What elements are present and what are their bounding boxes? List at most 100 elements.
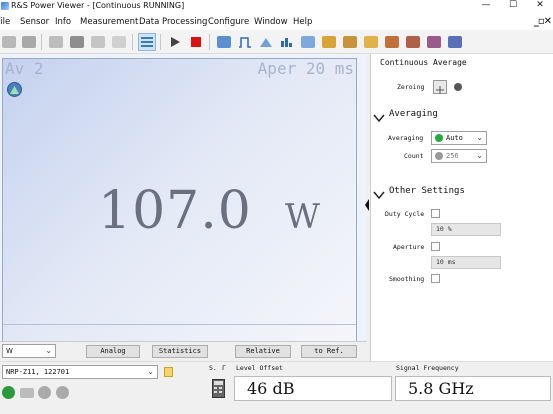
status-led-2	[56, 386, 69, 399]
menu-info[interactable]: Info	[55, 14, 71, 30]
channel-label: Av 2	[5, 59, 44, 78]
chevron-down-icon: ⌄	[147, 367, 154, 376]
zeroing-label: Zeroing	[397, 83, 425, 91]
averaging-section-header[interactable]: Averaging	[389, 109, 438, 119]
aperture-field[interactable]: 10 ms	[431, 256, 501, 269]
relative-button[interactable]: Relative	[235, 345, 291, 358]
menu-configure[interactable]: Configure	[208, 14, 249, 30]
splitter-arrow-icon[interactable]	[365, 196, 369, 211]
averaging-value: Auto	[446, 134, 463, 142]
averaging-status-dot	[435, 134, 443, 142]
toolbar-separator	[41, 34, 42, 50]
duty-cycle-field[interactable]: 10 %	[431, 223, 501, 236]
display-controls: W ⌄ Analog Statistics Relative to Ref.	[0, 341, 367, 361]
folder-icon[interactable]	[164, 367, 173, 377]
smoothing-checkbox[interactable]	[431, 274, 440, 283]
triangle-icon[interactable]	[7, 82, 22, 97]
mdi-window-controls[interactable]: _▫✕	[534, 16, 552, 28]
menu-measurement[interactable]: Measurement	[80, 14, 138, 30]
minimize-button[interactable]: —	[473, 0, 499, 12]
stop-icon[interactable]	[187, 33, 205, 51]
window-title: R&S Power Viewer - [Continuous RUNNING]	[11, 1, 185, 10]
peak-icon[interactable]	[257, 33, 275, 51]
print-icon[interactable]	[47, 33, 65, 51]
display-divider	[3, 324, 356, 325]
panel-title: Continuous Average	[380, 58, 467, 67]
toolbar-separator	[209, 34, 210, 50]
run-icon[interactable]	[166, 33, 184, 51]
sensor-icon-1[interactable]	[320, 33, 338, 51]
count-select[interactable]: 256 ⌄	[431, 149, 487, 163]
image-icon[interactable]	[89, 33, 107, 51]
chevron-down-icon: ⌄	[476, 151, 483, 160]
gamma-label: Γ	[222, 364, 226, 372]
statistics-icon[interactable]	[278, 33, 296, 51]
sensor-select[interactable]: NRP-Z11, 122701 ⌄	[2, 365, 158, 379]
statistics-button[interactable]: Statistics	[152, 345, 208, 358]
unit-select-value: W	[6, 347, 13, 355]
aperture-setting-label: Aperture	[393, 243, 425, 251]
menu-window[interactable]: Window	[254, 14, 288, 30]
chevron-down-icon[interactable]	[373, 186, 385, 200]
unit-select[interactable]: W ⌄	[2, 344, 56, 358]
running-indicator-icon	[2, 386, 15, 399]
measurement-pane: Av 2 Aper 20 ms 107.0 W	[0, 54, 367, 393]
level-offset-label: Level Offset	[236, 364, 283, 372]
signal-frequency-value[interactable]: 5.8 GHz	[395, 376, 551, 401]
count-label: Count	[404, 152, 424, 160]
table-icon[interactable]	[299, 33, 317, 51]
calculator-icon[interactable]	[212, 379, 225, 398]
continuous-icon[interactable]	[215, 33, 233, 51]
menu-help[interactable]: Help	[293, 14, 312, 30]
count-status-dot	[435, 152, 443, 160]
measurement-value: 107.0	[98, 181, 252, 241]
menu-data-processing[interactable]: Data Processing	[139, 14, 207, 30]
signal-frequency-label: Signal Frequency	[396, 364, 459, 372]
status-bar: NRP-Z11, 122701 ⌄ S. Γ Level Offset 46 d…	[0, 361, 553, 414]
app-icon	[1, 2, 9, 10]
duty-cycle-checkbox[interactable]	[431, 209, 440, 218]
sensor-select-value: NRP-Z11, 122701	[6, 368, 70, 376]
chevron-down-icon[interactable]	[373, 109, 385, 123]
level-offset-value[interactable]: 46 dB	[234, 376, 392, 401]
status-led-1	[38, 386, 51, 399]
analog-button[interactable]: Analog	[86, 345, 140, 358]
sensor-icon-6[interactable]	[425, 33, 443, 51]
to-ref-button[interactable]: to Ref.	[301, 345, 357, 358]
aperture-label: Aper 20 ms	[257, 59, 354, 78]
menu-bar: File Sensor Info Measurement Data Proces…	[0, 14, 553, 30]
list-view-icon[interactable]	[138, 33, 156, 51]
zeroing-icon[interactable]	[433, 80, 447, 94]
sensor-icon-2[interactable]	[341, 33, 359, 51]
menu-sensor[interactable]: Sensor	[20, 14, 49, 30]
trace-icon[interactable]	[236, 33, 254, 51]
device-icon	[20, 388, 34, 398]
sensor-icon-5[interactable]	[404, 33, 422, 51]
toolbar	[0, 30, 553, 54]
info-icon[interactable]	[446, 33, 464, 51]
title-bar: R&S Power Viewer - [Continuous RUNNING] …	[0, 0, 553, 14]
menu-file[interactable]: File	[0, 14, 10, 30]
sensor-icon-4[interactable]	[383, 33, 401, 51]
open-icon[interactable]	[0, 33, 18, 51]
aperture-checkbox[interactable]	[431, 242, 440, 251]
close-button[interactable]: ✕	[527, 0, 553, 12]
chevron-down-icon: ⌄	[45, 346, 52, 355]
other-settings-section-header[interactable]: Other Settings	[389, 186, 465, 196]
settings-panel: Continuous Average Zeroing Averaging Ave…	[370, 54, 553, 361]
smoothing-label: Smoothing	[389, 275, 425, 283]
count-value: 256	[446, 152, 459, 160]
s-parameter-label: S.	[209, 364, 217, 372]
measurement-unit: W	[285, 197, 320, 237]
sensor-icon-3[interactable]	[362, 33, 380, 51]
save-icon[interactable]	[20, 33, 38, 51]
copy-icon[interactable]	[110, 33, 128, 51]
chevron-down-icon: ⌄	[476, 133, 483, 142]
maximize-button[interactable]: ☐	[500, 0, 526, 12]
toolbar-separator	[132, 34, 133, 50]
averaging-select[interactable]: Auto ⌄	[431, 131, 487, 145]
toolbar-separator	[160, 34, 161, 50]
averaging-label: Averaging	[388, 134, 424, 142]
window-icon[interactable]	[68, 33, 86, 51]
zeroing-status-indicator	[454, 83, 462, 91]
